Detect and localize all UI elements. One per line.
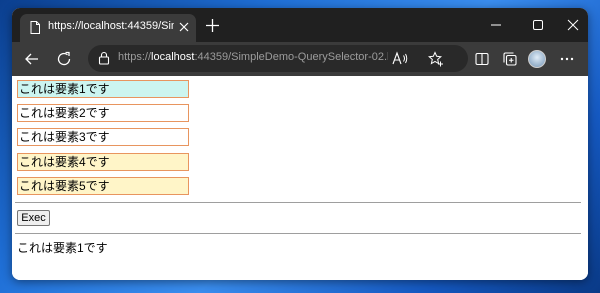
close-icon[interactable]	[178, 21, 190, 33]
element-1: これは要素1です	[17, 80, 189, 98]
element-2: これは要素2です	[17, 104, 189, 122]
url-host: localhost	[151, 51, 195, 63]
url-path: :44359/SimpleDemo-QuerySelector-02.html	[194, 51, 388, 63]
element-3: これは要素3です	[17, 128, 189, 146]
split-screen-icon[interactable]	[474, 51, 490, 67]
page-content: これは要素1です これは要素2です これは要素3です これは要素4です これは要…	[12, 76, 588, 280]
back-arrow-icon[interactable]	[24, 51, 40, 67]
minimize-icon[interactable]	[488, 17, 504, 33]
collections-icon[interactable]	[502, 51, 518, 67]
address-bar[interactable]: https://localhost:44359/SimpleDemo-Query…	[88, 45, 468, 72]
exec-button[interactable]: Exec	[17, 210, 50, 226]
refresh-icon[interactable]	[56, 51, 72, 67]
url-prefix: https://	[118, 51, 152, 63]
result-text: これは要素1です	[17, 241, 108, 255]
page-icon	[30, 21, 40, 34]
more-icon[interactable]	[560, 57, 574, 61]
lock-icon[interactable]	[98, 51, 110, 65]
maximize-icon[interactable]	[530, 17, 546, 33]
browser-tab[interactable]: https://localhost:44359/SimpleDe	[20, 14, 196, 42]
close-window-icon[interactable]	[565, 17, 581, 33]
tab-title: https://localhost:44359/SimpleDe	[48, 20, 174, 32]
title-bar: https://localhost:44359/SimpleDe	[12, 8, 588, 42]
divider	[15, 233, 581, 234]
element-4: これは要素4です	[17, 153, 189, 171]
element-5: これは要素5です	[17, 177, 189, 195]
browser-window: https://localhost:44359/SimpleDe	[12, 8, 588, 280]
favorites-add-icon[interactable]	[428, 51, 444, 67]
plus-icon[interactable]	[206, 19, 219, 32]
profile-avatar[interactable]	[528, 50, 546, 68]
read-aloud-icon[interactable]	[392, 51, 408, 66]
url-text[interactable]: https://localhost:44359/SimpleDemo-Query…	[118, 51, 388, 67]
toolbar: https://localhost:44359/SimpleDemo-Query…	[12, 42, 588, 76]
divider	[15, 202, 581, 203]
